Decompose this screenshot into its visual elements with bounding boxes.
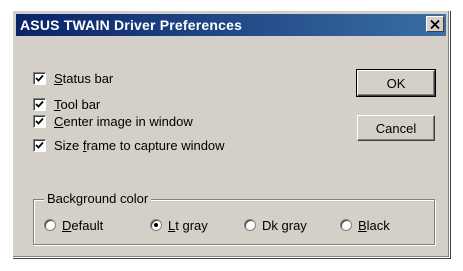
dk-gray-label: Dk gray [262,217,307,233]
dk-gray-radio[interactable] [244,219,256,231]
tool-bar-option[interactable]: Tool bar [33,95,100,113]
black-label: Black [358,217,390,233]
radio-dk-gray[interactable]: Dk gray [244,217,307,233]
check-icon [35,100,44,108]
default-label: Default [62,217,104,233]
center-image-option[interactable]: Center image in window [33,112,193,130]
check-icon [35,117,44,125]
check-icon [35,74,44,82]
title-bar[interactable]: ASUS TWAIN Driver Preferences [16,14,446,36]
lt-gray-label: Lt gray [168,217,208,233]
radio-lt-gray[interactable]: Lt gray [150,217,208,233]
status-bar-checkbox[interactable] [33,71,46,85]
selected-dot-icon [154,223,158,227]
cancel-button[interactable]: Cancel [357,115,435,141]
black-radio[interactable] [340,219,352,231]
tool-bar-checkbox[interactable] [33,97,46,111]
default-radio[interactable] [44,219,56,231]
radio-black[interactable]: Black [340,217,390,233]
size-frame-option[interactable]: Size frame to capture window [33,136,225,154]
close-icon [430,19,440,29]
size-frame-label: Size frame to capture window [54,137,225,153]
background-color-title: Background color [44,191,152,206]
check-icon [35,141,44,149]
lt-gray-radio[interactable] [150,219,162,231]
preferences-dialog: ASUS TWAIN Driver Preferences Status bar… [12,10,450,258]
status-bar-option[interactable]: Status bar [33,69,113,87]
center-image-checkbox[interactable] [33,114,46,128]
status-bar-label: Status bar [54,70,114,86]
size-frame-checkbox[interactable] [33,138,46,152]
close-button[interactable] [426,16,444,32]
tool-bar-label: Tool bar [54,96,101,112]
radio-default[interactable]: Default [44,217,103,233]
window-title: ASUS TWAIN Driver Preferences [20,17,243,33]
ok-button[interactable]: OK [356,69,436,97]
center-image-label: Center image in window [54,113,193,129]
background-color-group: Background color Default Lt gray Dk gray… [33,191,435,245]
